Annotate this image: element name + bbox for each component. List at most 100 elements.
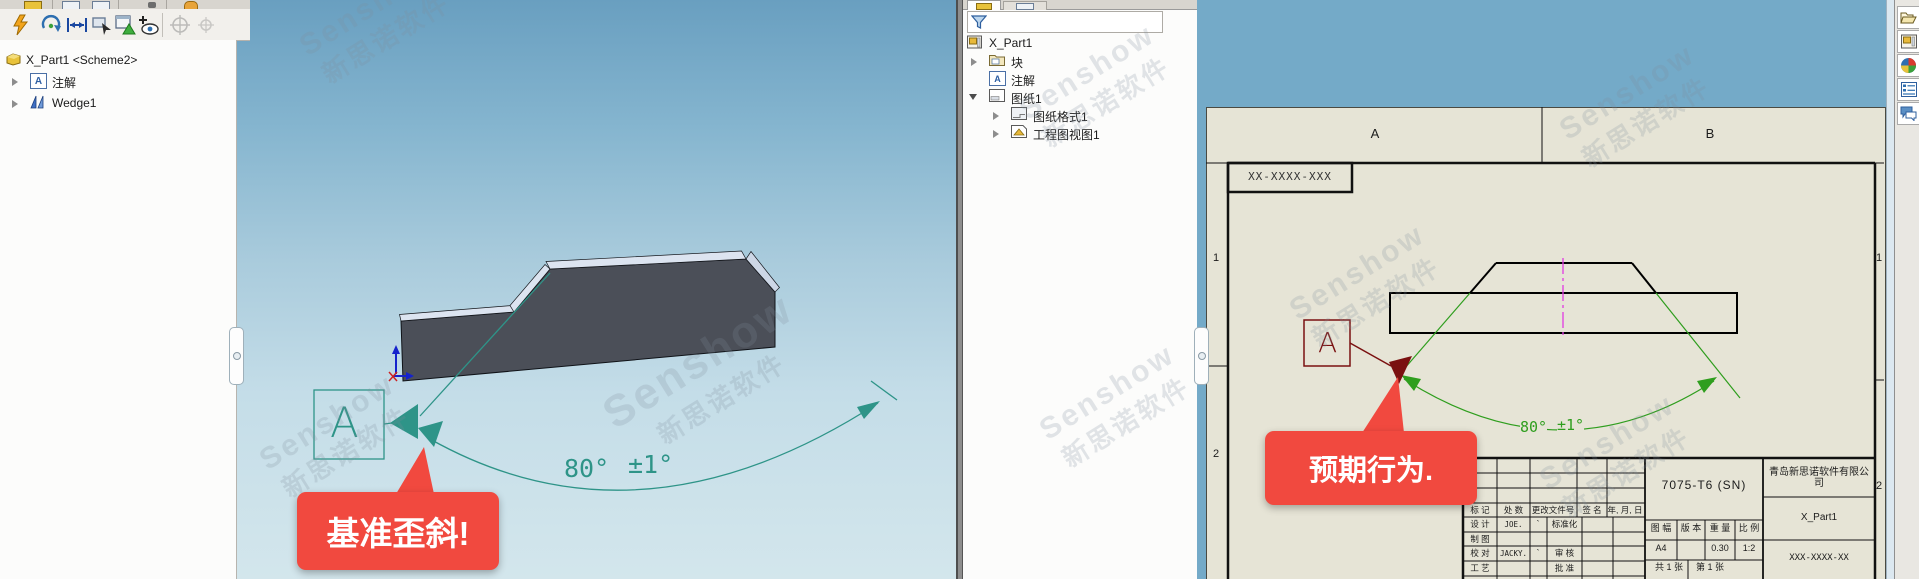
dimension-value-3d[interactable]: 80°: [564, 454, 609, 483]
wedge-feature-icon: [30, 95, 46, 109]
sheet-block: [991, 97, 999, 101]
zone-row-1-left: 1: [1207, 253, 1225, 265]
doc-view: [970, 38, 977, 44]
dimension-value-2d[interactable]: 80°: [1520, 420, 1547, 435]
tree-item-sheet[interactable]: 图纸1: [1011, 90, 1042, 107]
globe-red: [1909, 58, 1917, 66]
zone-column-b: B: [1685, 127, 1735, 141]
tb-rev-docno: 更改文件号: [1529, 506, 1577, 515]
annotations-icon: A: [989, 71, 1006, 86]
tb-row-draft: 制 图: [1464, 535, 1496, 544]
window-titlebar: [116, 16, 130, 19]
rotate-arrowhead: [54, 25, 61, 32]
comments-icon[interactable]: [1897, 102, 1919, 125]
folder-image: [992, 59, 999, 64]
bubble-front: [1906, 112, 1916, 121]
collapse-arrow-icon[interactable]: [969, 94, 977, 100]
sheet-icon: [989, 89, 1005, 102]
expand-arrow-icon[interactable]: [993, 130, 999, 138]
tab-icon: [976, 3, 992, 10]
tab-icon: [1016, 3, 1034, 10]
panel-splitter-handle[interactable]: [229, 327, 244, 385]
tree-item-blocks[interactable]: 块: [1011, 54, 1023, 71]
tb-weight-value: 0.30: [1706, 544, 1734, 553]
feature-tree-panel: X_Part1 <Scheme2> A 注解 Wedge1: [0, 40, 237, 579]
tb-size-value: A4: [1646, 544, 1676, 553]
select-box-icon[interactable]: [90, 13, 114, 37]
open-file-icon[interactable]: [1897, 6, 1919, 29]
tb-row-design: 设 计: [1464, 520, 1496, 529]
view-toolbar: [0, 9, 250, 41]
dim-arrow-left: [70, 22, 75, 28]
zone-column-a: A: [1350, 127, 1400, 141]
web-resources-icon[interactable]: [1897, 54, 1919, 77]
target-tool-icon-disabled[interactable]: [168, 13, 192, 37]
tab-display[interactable]: [1003, 1, 1047, 10]
lightning-icon: [14, 15, 27, 35]
folder-front: [1901, 17, 1916, 23]
drawing-view-icon: [1011, 125, 1027, 138]
eye-pupil: [148, 27, 153, 32]
globe-green: [1909, 66, 1917, 74]
filter-funnel-icon: [971, 15, 987, 30]
tb-header-size: 图 幅: [1646, 524, 1676, 533]
application-window: X_Part1 <Scheme2> A 注解 Wedge1 X_Part1: [0, 0, 1919, 579]
tab-separator: [166, 0, 167, 9]
expand-arrow-icon[interactable]: [12, 100, 18, 108]
dimension-tolerance-3d[interactable]: ±1°: [628, 450, 673, 479]
list-bullet: [1903, 85, 1906, 88]
toolbar-separator: [162, 13, 163, 37]
tb-header-version: 版 本: [1678, 524, 1704, 533]
expand-arrow-icon[interactable]: [12, 78, 18, 86]
tree-item-drawing-view[interactable]: 工程图视图1: [1033, 126, 1100, 143]
tb-sheet-index: 第 1 张: [1691, 563, 1729, 572]
tb-scale-value: 1:2: [1736, 544, 1762, 553]
tb-drawing-number: XXX-XXXX-XX: [1765, 554, 1873, 563]
zone-row-2-left: 2: [1207, 449, 1225, 461]
tree-item-wedge[interactable]: Wedge1: [52, 96, 96, 110]
dim-arrow-right: [79, 22, 84, 28]
tree-root-part[interactable]: X_Part1 <Scheme2>: [26, 53, 137, 67]
drawing-panel-tabs: [963, 0, 1197, 10]
drawing-tree-panel: X_Part1 块 A 注解 图纸1 图纸格式1 工程图视图1: [962, 0, 1198, 579]
tree-item-annotations[interactable]: 注解: [52, 74, 76, 91]
sheet-format-icon: [1011, 107, 1027, 120]
expand-arrow-icon[interactable]: [971, 58, 977, 66]
rotate-center-dot: [49, 24, 53, 28]
sheet-doc-number: XX-XXXX-XXX: [1228, 171, 1352, 183]
dimension-tool-icon[interactable]: [64, 13, 90, 37]
splitter-dot-icon: [1198, 352, 1206, 360]
part-icon: [6, 52, 21, 66]
callout-expected-behavior: 预期行为.: [1265, 431, 1477, 505]
crosshair-tool-icon-disabled[interactable]: [194, 13, 218, 37]
tb-header-scale: 比 例: [1736, 524, 1762, 533]
tb-tick: `: [1531, 520, 1545, 529]
dimension-tolerance-2d[interactable]: ±1°: [1557, 418, 1584, 433]
expand-arrow-icon[interactable]: [993, 112, 999, 120]
doc-strip: [978, 38, 981, 47]
tree-item-annotations[interactable]: 注解: [1011, 72, 1035, 89]
tree-root-drawing[interactable]: X_Part1: [989, 36, 1032, 50]
pin-icon[interactable]: [148, 2, 156, 8]
rotate-view-icon[interactable]: [39, 13, 63, 37]
tb-rev-date: 年, 月, 日: [1605, 506, 1645, 515]
panel-splitter-handle[interactable]: [1194, 327, 1209, 385]
show-hide-eye-icon[interactable]: [136, 13, 160, 37]
tb-row-check: 校 对: [1464, 549, 1496, 558]
design-library-icon[interactable]: [1897, 30, 1919, 53]
preview-window-icon[interactable]: [114, 13, 138, 37]
tree-filter-input[interactable]: [967, 11, 1163, 33]
wedge-shape-1: [31, 96, 36, 108]
tab-featuretree[interactable]: [967, 0, 1001, 10]
tb-part-name: X_Part1: [1765, 513, 1873, 524]
blocks-folder-icon: [989, 53, 1005, 66]
tb-sheet-total: 共 1 张: [1650, 563, 1688, 572]
datum-label-3d[interactable]: A: [330, 398, 359, 447]
tb-row-process: 工 艺: [1464, 564, 1496, 573]
datum-label-2d[interactable]: A: [1318, 326, 1337, 359]
exit-sketch-icon[interactable]: [9, 13, 33, 37]
tree-item-sheet-format[interactable]: 图纸格式1: [1033, 108, 1088, 125]
lib-strip: [1912, 37, 1915, 46]
tb-material: 7075-T6 (SN): [1648, 479, 1760, 492]
properties-list-icon[interactable]: [1897, 78, 1919, 101]
